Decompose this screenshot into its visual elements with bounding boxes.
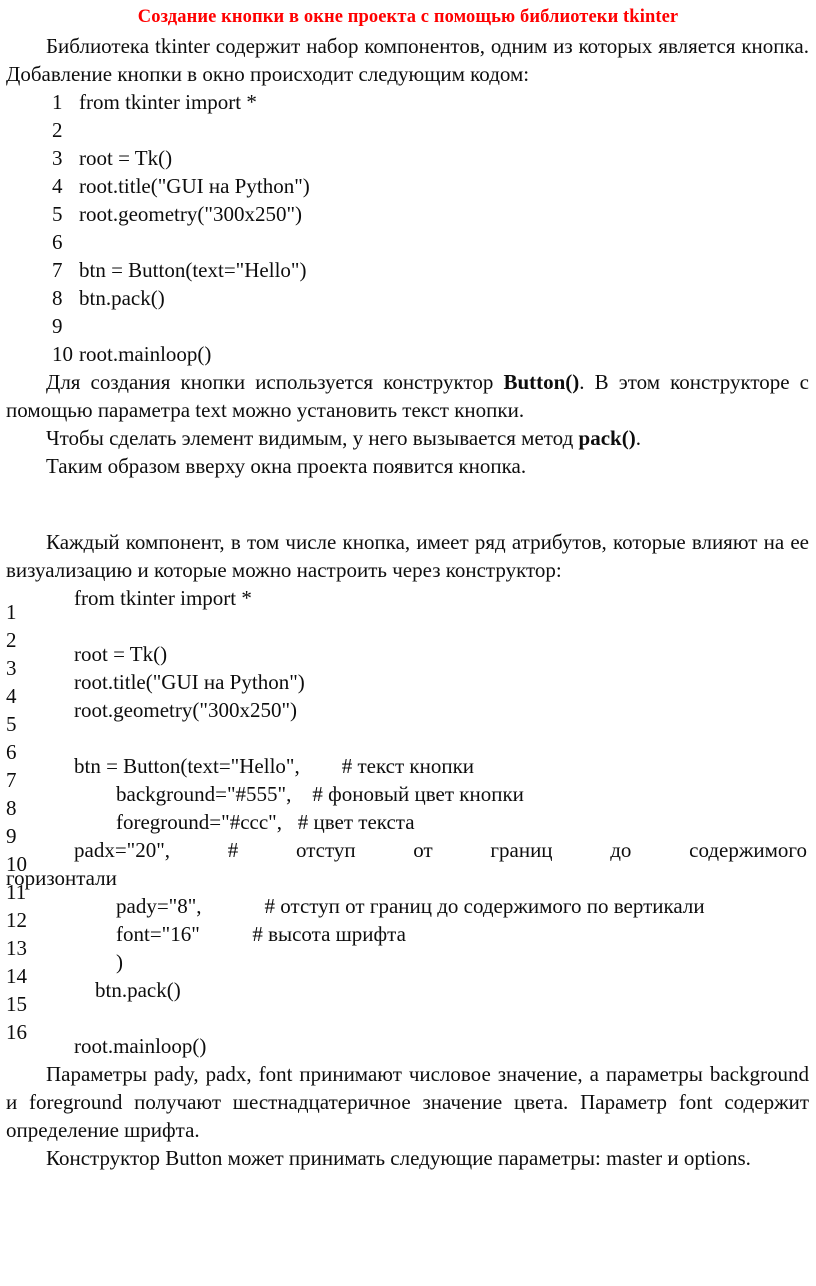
explain2-text-c: . (635, 426, 641, 451)
code-text: btn.pack() (79, 286, 165, 311)
line-number: 15 (6, 992, 27, 1017)
line-number: 1 (52, 90, 63, 115)
line-number: 12 (6, 908, 27, 933)
code-line: 4 root.title("GUI на Python") (4, 172, 812, 200)
pack-method-name: pack() (578, 426, 636, 451)
explain2-text-a: Чтобы сделать элемент видимым, у него вы… (46, 426, 579, 451)
line-number: 9 (52, 314, 63, 339)
code-text-mainloop: root.mainloop() (74, 1034, 207, 1059)
line-number: 3 (6, 656, 17, 681)
line-number: 11 (6, 880, 27, 905)
attributes-paragraph: Каждый компонент, в том числе кнопка, им… (6, 530, 809, 583)
line-number: 1 (6, 600, 17, 625)
code-block-2: 1 2 3 4 5 6 7 8 9 10 11 12 13 14 15 16 f… (4, 584, 812, 1060)
code-text: from tkinter import * (79, 90, 257, 115)
code-line: 6 (4, 228, 812, 256)
code-block-1: 1 from tkinter import * 2 3 root = Tk() … (4, 88, 812, 368)
code-line: 8 btn.pack() (4, 284, 812, 312)
code-text: root.geometry("300x250") (79, 202, 303, 227)
code-line: 7 btn = Button(text="Hello") (4, 256, 812, 284)
line-number: 4 (52, 174, 63, 199)
line-number: 4 (6, 684, 17, 709)
code-text-padx-wrap: горизонтали (6, 866, 117, 891)
line-number: 5 (6, 712, 17, 737)
intro-paragraph: Библиотека tkinter содержит набор компон… (6, 34, 809, 87)
code-line: 3 root = Tk() (4, 144, 812, 172)
line-number: 5 (52, 202, 63, 227)
line-number: 7 (6, 768, 17, 793)
code-text: root = Tk() (79, 146, 173, 171)
code-text: foreground="#ccc", # цвет текста (74, 810, 415, 835)
code-text-paren: ) (74, 950, 123, 975)
line-number: 7 (52, 258, 63, 283)
code-line: 5 root.geometry("300x250") (4, 200, 812, 228)
line-number: 6 (52, 230, 63, 255)
code-text: from tkinter import * (74, 586, 252, 611)
code-line: 2 (4, 116, 812, 144)
explain-text-a: Для создания кнопки используется констру… (46, 370, 504, 395)
explain-paragraph-1: Для создания кнопки используется констру… (4, 368, 812, 424)
params-paragraph-2: Конструктор Button может принимать следу… (46, 1146, 751, 1171)
line-number-gutter: 1 2 3 4 5 6 7 8 9 10 11 12 13 14 15 16 (6, 598, 52, 1046)
code-text: root.geometry("300x250") (74, 698, 298, 723)
line-number: 8 (6, 796, 17, 821)
code-text-pady: pady="8", # отступ от границ до содержим… (74, 894, 705, 919)
code-text: root.mainloop() (79, 342, 212, 367)
code-line: 9 (4, 312, 812, 340)
code-text: btn = Button(text="Hello", # текст кнопк… (74, 754, 475, 779)
code-text: btn = Button(text="Hello") (79, 258, 307, 283)
code-text: root.title("GUI на Python") (79, 174, 310, 199)
explain-paragraph-2: Чтобы сделать элемент видимым, у него вы… (4, 424, 812, 452)
code-lines: from tkinter import * root = Tk() root.t… (4, 584, 812, 1060)
code-text: root.title("GUI на Python") (74, 670, 305, 695)
page-title: Создание кнопки в окне проекта с помощью… (137, 7, 679, 27)
button-constructor-name: Button() (503, 370, 580, 395)
line-number: 9 (6, 824, 17, 849)
code-text: root = Tk() (74, 642, 168, 667)
code-text-font: font="16" # высота шрифта (74, 922, 406, 947)
document-page: Создание кнопки в окне проекта с помощью… (0, 7, 816, 1286)
line-number: 10 (6, 852, 27, 877)
line-number: 2 (6, 628, 17, 653)
params-paragraph-1: Параметры pady, padx, font принимают чис… (6, 1062, 809, 1143)
line-number: 6 (6, 740, 17, 765)
line-number: 10 (52, 342, 73, 367)
line-number: 16 (6, 1020, 27, 1045)
explain-paragraph-3: Таким образом вверху окна проекта появит… (46, 454, 527, 479)
code-line: 10 root.mainloop() (4, 340, 812, 368)
line-number: 14 (6, 964, 27, 989)
line-number: 8 (52, 286, 63, 311)
code-text-padx: padx="20", # отступ от границ до содержи… (74, 838, 807, 863)
code-line: 1 from tkinter import * (4, 88, 812, 116)
code-text: background="#555", # фоновый цвет кнопки (74, 782, 524, 807)
line-number: 13 (6, 936, 27, 961)
line-number: 3 (52, 146, 63, 171)
line-number: 2 (52, 118, 63, 143)
code-text-pack: btn.pack() (74, 978, 181, 1003)
